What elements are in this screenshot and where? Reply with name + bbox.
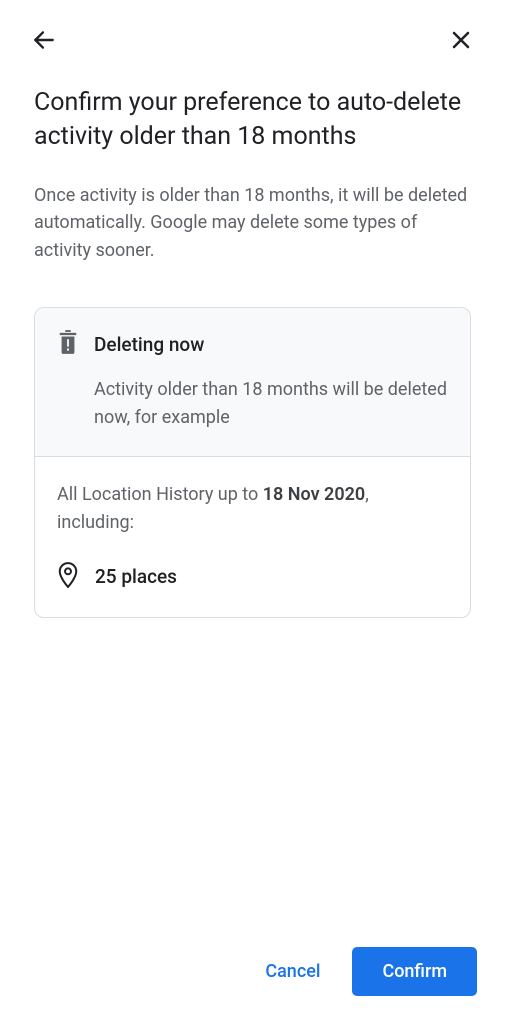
footer-actions: Cancel Confirm <box>0 929 505 1024</box>
close-button[interactable] <box>441 20 481 60</box>
cancel-button[interactable]: Cancel <box>245 949 340 994</box>
history-prefix: All Location History up to <box>57 484 263 505</box>
header-bar <box>0 0 505 68</box>
arrow-back-icon <box>31 27 57 53</box>
trash-alert-icon <box>57 330 79 358</box>
deletion-card: Deleting now Activity older than 18 mont… <box>34 307 471 618</box>
history-date: 18 Nov 2020 <box>263 484 365 505</box>
location-history-text: All Location History up to 18 Nov 2020, … <box>57 481 448 537</box>
card-header: Deleting now Activity older than 18 mont… <box>35 308 470 457</box>
card-title: Deleting now <box>94 333 204 356</box>
card-body: All Location History up to 18 Nov 2020, … <box>35 457 470 617</box>
location-pin-icon <box>57 561 79 593</box>
places-row: 25 places <box>57 561 448 593</box>
page-title: Confirm your preference to auto-delete a… <box>34 86 471 154</box>
card-subtitle: Activity older than 18 months will be de… <box>94 376 448 432</box>
page-description: Once activity is older than 18 months, i… <box>34 182 471 266</box>
close-icon <box>449 28 473 52</box>
places-count: 25 places <box>95 565 177 588</box>
back-button[interactable] <box>24 20 64 60</box>
confirm-button[interactable]: Confirm <box>352 947 477 996</box>
card-header-row: Deleting now <box>57 330 448 358</box>
main-content: Confirm your preference to auto-delete a… <box>0 68 505 929</box>
